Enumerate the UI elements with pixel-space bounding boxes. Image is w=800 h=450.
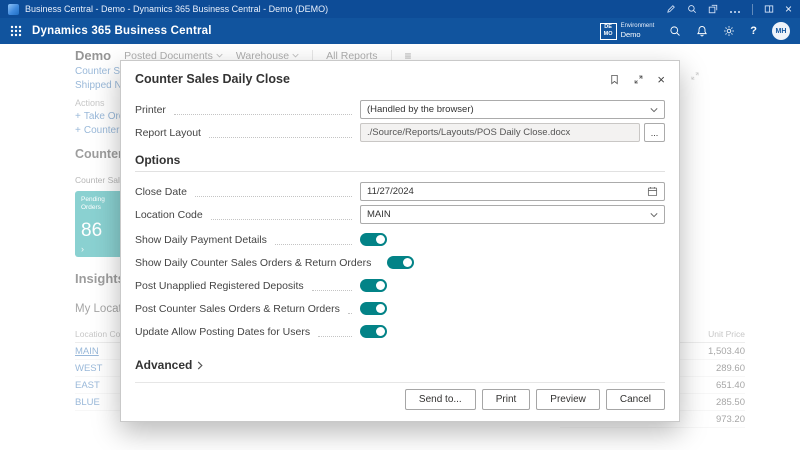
notifications-bell-icon[interactable] bbox=[696, 25, 708, 37]
close-dialog-icon[interactable]: × bbox=[657, 73, 665, 86]
chevron-down-icon bbox=[650, 107, 658, 113]
chevron-down-icon bbox=[650, 212, 658, 218]
dotted-leader bbox=[312, 280, 352, 291]
environment-label: Environment bbox=[621, 23, 655, 31]
app-bar: Dynamics 365 Business Central DE MO Envi… bbox=[0, 18, 800, 44]
cancel-button[interactable]: Cancel bbox=[606, 389, 665, 410]
close-date-row: Close Date 11/27/2024 bbox=[135, 182, 665, 201]
help-icon[interactable]: ? bbox=[750, 25, 757, 37]
toggle-switch[interactable] bbox=[360, 233, 387, 246]
titlebar-divider bbox=[752, 4, 753, 15]
location-code-row: Location Code MAIN bbox=[135, 205, 665, 224]
environment-badge[interactable]: DE MO Environment Demo bbox=[600, 23, 655, 40]
search-icon[interactable] bbox=[669, 25, 681, 37]
window-title: Business Central - Demo - Dynamics 365 B… bbox=[25, 4, 328, 14]
advanced-expander[interactable]: Advanced bbox=[135, 358, 665, 383]
post-counter-sales-orders-row: Post Counter Sales Orders & Return Order… bbox=[135, 301, 665, 316]
search-icon[interactable] bbox=[687, 4, 697, 14]
dotted-leader bbox=[195, 186, 352, 197]
printer-row: Printer (Handled by the browser) bbox=[135, 100, 665, 119]
avatar[interactable]: MH bbox=[772, 22, 790, 40]
report-layout-field: ./Source/Reports/Layouts/POS Daily Close… bbox=[360, 123, 640, 142]
printer-select[interactable]: (Handled by the browser) bbox=[360, 100, 665, 119]
dotted-leader bbox=[211, 209, 352, 220]
send-to-button[interactable]: Send to... bbox=[405, 389, 476, 410]
toggle-switch[interactable] bbox=[387, 256, 414, 269]
app-icon bbox=[8, 4, 19, 15]
dotted-leader bbox=[174, 104, 352, 115]
printer-label: Printer bbox=[135, 104, 166, 116]
chevron-right-icon bbox=[197, 361, 203, 370]
popout-icon[interactable] bbox=[708, 4, 718, 14]
report-layout-row: Report Layout ./Source/Reports/Layouts/P… bbox=[135, 123, 665, 142]
window-titlebar: Business Central - Demo - Dynamics 365 B… bbox=[0, 0, 800, 18]
toggle-switch[interactable] bbox=[360, 302, 387, 315]
preview-button[interactable]: Preview bbox=[536, 389, 600, 410]
options-heading: Options bbox=[135, 153, 665, 172]
close-date-input[interactable]: 11/27/2024 bbox=[360, 182, 665, 201]
show-daily-counter-sales-orders-row: Show Daily Counter Sales Orders & Return… bbox=[135, 255, 665, 270]
split-screen-icon[interactable] bbox=[764, 4, 774, 14]
edit-icon[interactable] bbox=[666, 4, 676, 14]
expand-dialog-icon[interactable] bbox=[633, 74, 644, 85]
environment-value: Demo bbox=[621, 30, 655, 39]
bookmark-icon[interactable] bbox=[609, 74, 620, 85]
more-icon[interactable] bbox=[729, 0, 741, 18]
dotted-leader bbox=[275, 234, 352, 245]
toggle-switch[interactable] bbox=[360, 325, 387, 338]
location-code-label: Location Code bbox=[135, 209, 203, 221]
dotted-leader bbox=[348, 303, 352, 314]
calendar-icon[interactable] bbox=[647, 186, 658, 197]
close-date-label: Close Date bbox=[135, 186, 187, 198]
settings-gear-icon[interactable] bbox=[723, 25, 735, 37]
show-daily-payment-details-row: Show Daily Payment Details bbox=[135, 232, 665, 247]
dialog-title: Counter Sales Daily Close bbox=[135, 72, 290, 86]
location-code-select[interactable]: MAIN bbox=[360, 205, 665, 224]
post-unapplied-registered-deposits-row: Post Unapplied Registered Deposits bbox=[135, 278, 665, 293]
update-allow-posting-dates-row: Update Allow Posting Dates for Users bbox=[135, 324, 665, 339]
toggle-switch[interactable] bbox=[360, 279, 387, 292]
waffle-menu-icon[interactable] bbox=[10, 25, 22, 37]
close-window-icon[interactable]: × bbox=[785, 3, 792, 15]
print-button[interactable]: Print bbox=[482, 389, 531, 410]
environment-abbr-top: DE bbox=[604, 24, 612, 31]
browse-layout-button[interactable]: ... bbox=[644, 123, 665, 142]
dotted-leader bbox=[318, 326, 352, 337]
dotted-leader bbox=[209, 127, 352, 138]
report-layout-label: Report Layout bbox=[135, 127, 201, 139]
environment-abbr-bottom: MO bbox=[604, 31, 613, 38]
product-title[interactable]: Dynamics 365 Business Central bbox=[32, 25, 212, 37]
counter-sales-daily-close-dialog: Counter Sales Daily Close × Printer (Han… bbox=[120, 60, 680, 422]
